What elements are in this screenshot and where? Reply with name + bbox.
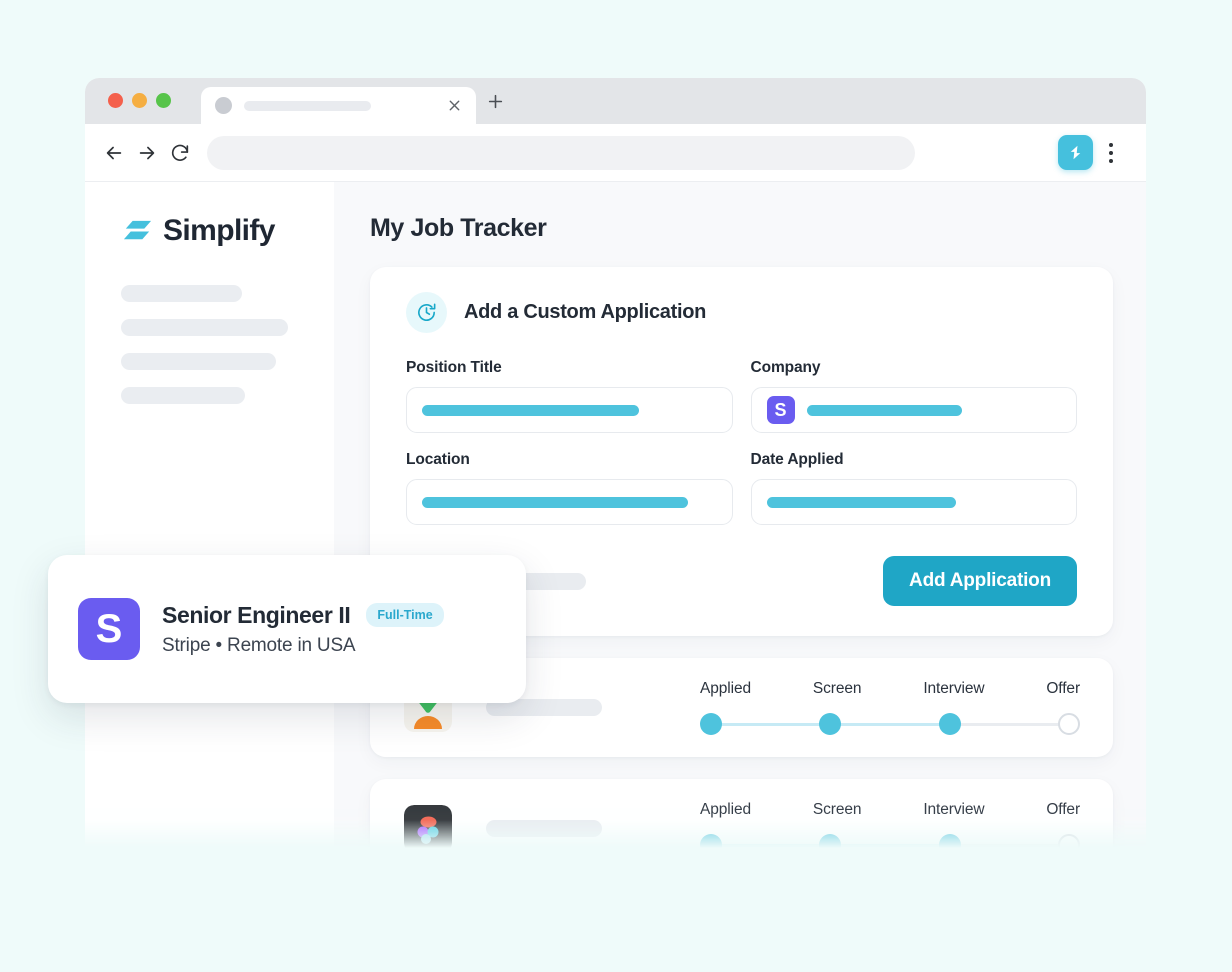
application-stepper: Applied Screen Interview Offer [700, 680, 1080, 735]
stepper-track [700, 834, 1080, 848]
date-applied-field-group: Date Applied [750, 451, 1077, 543]
sidebar-item-skeleton[interactable] [121, 319, 288, 336]
position-title-input[interactable] [406, 387, 733, 433]
stepper-dot-interview[interactable] [938, 834, 961, 848]
page-title: My Job Tracker [370, 214, 547, 242]
brand-name: Simplify [163, 214, 275, 247]
stepper-label-screen: Screen [812, 680, 862, 697]
application-row[interactable]: Applied Screen Interview Offer [370, 779, 1113, 848]
employment-type-badge: Full-Time [366, 603, 444, 627]
sidebar-item-skeleton[interactable] [121, 387, 245, 404]
sidebar-item-skeleton[interactable] [121, 285, 242, 302]
position-title-field-group: Position Title [406, 359, 733, 451]
browser-toolbar [85, 124, 1146, 182]
close-icon[interactable] [447, 98, 462, 113]
stepper-dot-screen[interactable] [819, 834, 842, 848]
job-company-location: Stripe • Remote in USA [162, 634, 356, 656]
stepper-dots [700, 713, 1080, 735]
company-value-bar [806, 404, 962, 416]
sidebar-nav-skeleton [85, 285, 334, 404]
stepper-dot-screen[interactable] [819, 713, 842, 735]
new-tab-button[interactable] [487, 93, 504, 110]
location-input[interactable] [406, 479, 733, 525]
address-bar[interactable] [207, 136, 915, 170]
date-applied-value-bar [766, 496, 956, 508]
application-form: Position Title Company S Location Date A… [406, 359, 1077, 543]
company-label: Company [750, 359, 821, 376]
position-title-label: Position Title [406, 359, 502, 376]
stepper-labels: Applied Screen Interview Offer [700, 801, 1080, 819]
stepper-label-interview: Interview [923, 680, 985, 697]
page-body: Simplify My Job Tracker Add a Custom App… [85, 182, 1146, 848]
location-field-group: Location [406, 451, 733, 543]
forward-arrow-icon[interactable] [136, 142, 158, 164]
brand-logo[interactable]: Simplify [85, 214, 334, 248]
date-applied-label: Date Applied [750, 451, 844, 468]
add-application-button[interactable]: Add Application [883, 556, 1077, 606]
browser-tab-strip [85, 78, 1146, 124]
window-minimize-button[interactable] [132, 93, 147, 108]
job-title: Senior Engineer II [162, 601, 351, 628]
job-popup-info: Senior Engineer II Full-Time Stripe • Re… [162, 602, 496, 657]
stripe-logo-icon: S [78, 598, 140, 660]
stepper-track [700, 713, 1080, 735]
stepper-labels: Applied Screen Interview Offer [700, 680, 1080, 698]
company-input[interactable]: S [750, 387, 1077, 433]
stepper-label-applied: Applied [700, 680, 752, 697]
stepper-label-interview: Interview [923, 801, 985, 818]
application-title-skeleton [486, 820, 602, 837]
stepper-dot-applied[interactable] [700, 713, 722, 735]
tab-favicon [215, 97, 232, 114]
company-field-group: Company S [750, 359, 1077, 451]
figma-icon [404, 804, 452, 848]
card-header-title: Add a Custom Application [464, 301, 707, 323]
stepper-dot-offer[interactable] [1057, 834, 1080, 848]
job-popup-title-row: Senior Engineer II Full-Time [162, 602, 496, 629]
window-traffic-lights [108, 93, 171, 108]
kebab-menu-icon[interactable] [1109, 143, 1113, 163]
card-header: Add a Custom Application [406, 292, 1077, 333]
stepper-label-applied: Applied [700, 801, 752, 818]
application-stepper: Applied Screen Interview Offer [700, 801, 1080, 848]
window-maximize-button[interactable] [156, 93, 171, 108]
date-applied-input[interactable] [750, 479, 1077, 525]
stepper-dots [700, 834, 1080, 848]
stepper-dot-interview[interactable] [938, 713, 961, 735]
browser-window: Simplify My Job Tracker Add a Custom App… [85, 78, 1146, 848]
stepper-dot-applied[interactable] [700, 834, 722, 848]
simplify-logo-mark-icon [121, 215, 154, 248]
location-label: Location [406, 451, 470, 468]
stepper-label-screen: Screen [812, 801, 862, 818]
job-preview-popup[interactable]: S Senior Engineer II Full-Time Stripe • … [48, 555, 526, 703]
back-arrow-icon[interactable] [103, 142, 125, 164]
position-title-value-bar [422, 404, 639, 416]
stripe-logo-icon: S [766, 396, 795, 424]
stepper-label-offer: Offer [1046, 680, 1080, 697]
browser-tab[interactable] [201, 87, 476, 124]
simplify-extension-icon[interactable] [1058, 135, 1093, 170]
location-value-bar [422, 496, 688, 508]
tab-title-skeleton [244, 100, 371, 111]
stepper-dot-offer[interactable] [1057, 713, 1080, 735]
sidebar: Simplify [85, 182, 334, 848]
window-close-button[interactable] [108, 93, 123, 108]
sidebar-item-skeleton[interactable] [121, 353, 276, 370]
reload-icon[interactable] [169, 142, 191, 164]
main-content: My Job Tracker Add a Custom Application [334, 182, 1146, 848]
history-clock-icon [406, 292, 447, 333]
stepper-label-offer: Offer [1046, 801, 1080, 818]
